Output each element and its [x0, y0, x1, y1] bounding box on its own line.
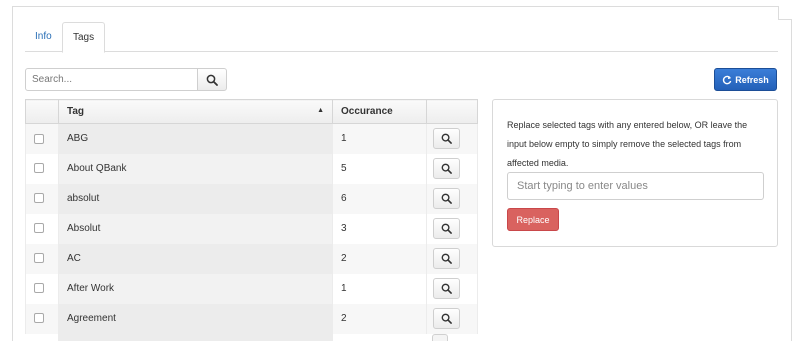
table-row[interactable]: About QBank 5: [25, 153, 478, 184]
tag-column-label: Tag: [67, 106, 85, 117]
occurance-cell: 5: [332, 153, 427, 184]
replace-instructions: Replace selected tags with any entered b…: [507, 120, 748, 168]
occurance-cell: 3: [332, 213, 427, 244]
tag-cell: Absolut: [58, 213, 333, 244]
row-checkbox[interactable]: [34, 163, 44, 174]
partial-row-tag-cell: [58, 333, 333, 341]
occurance-cell: 1: [332, 273, 427, 304]
table-row[interactable]: Absolut 3: [25, 213, 478, 244]
search-input[interactable]: [25, 68, 198, 91]
row-checkbox[interactable]: [34, 283, 44, 294]
occurance-cell: 1: [332, 123, 427, 154]
tag-cell: ABG: [58, 123, 333, 154]
row-checkbox[interactable]: [34, 133, 44, 144]
table-row[interactable]: AC 2: [25, 243, 478, 274]
view-tag-button[interactable]: [433, 188, 460, 209]
tags-table: Tag ▲ Occurance ABG 1 About QBank 5 abso…: [25, 99, 478, 334]
replace-tags-panel: Replace selected tags with any entered b…: [492, 99, 778, 247]
view-tag-button[interactable]: [433, 158, 460, 179]
table-row[interactable]: absolut 6: [25, 183, 478, 214]
row-checkbox[interactable]: [34, 313, 44, 324]
view-tag-button[interactable]: [433, 278, 460, 299]
tab-tags[interactable]: Tags: [62, 22, 106, 53]
search-icon: [441, 253, 452, 264]
search-icon: [441, 223, 452, 234]
search-group: [25, 68, 227, 91]
sort-ascending-icon: ▲: [317, 107, 324, 114]
partial-row-view-button[interactable]: [432, 334, 448, 341]
refresh-icon: [723, 75, 732, 84]
search-icon: [206, 74, 218, 86]
replacement-values-input[interactable]: [507, 172, 764, 200]
refresh-button-label: Refresh: [735, 74, 769, 85]
occurance-column-label: Occurance: [341, 106, 393, 117]
row-checkbox[interactable]: [34, 253, 44, 264]
occurance-cell: 2: [332, 243, 427, 274]
action-column-header: [426, 99, 478, 124]
view-tag-button[interactable]: [433, 128, 460, 150]
view-tag-button[interactable]: [433, 248, 460, 269]
replace-button[interactable]: Replace: [507, 208, 559, 231]
occurance-cell: 6: [332, 183, 427, 214]
search-icon: [441, 193, 452, 204]
search-icon: [441, 283, 452, 294]
tag-cell: After Work: [58, 273, 333, 304]
table-row[interactable]: Agreement 2: [25, 303, 478, 334]
search-icon: [441, 163, 452, 174]
frame-corner-fold: [778, 6, 792, 20]
tag-cell: absolut: [58, 183, 333, 214]
view-tag-button[interactable]: [433, 308, 460, 329]
tag-cell: About QBank: [58, 153, 333, 184]
view-tag-button[interactable]: [433, 218, 460, 239]
refresh-button[interactable]: Refresh: [714, 68, 777, 91]
table-header-row: Tag ▲ Occurance: [25, 99, 478, 124]
search-icon: [441, 133, 452, 145]
select-column-header[interactable]: [25, 99, 59, 124]
table-row[interactable]: ABG 1: [25, 123, 478, 154]
occurance-column-header[interactable]: Occurance: [332, 99, 427, 124]
occurance-cell: 2: [332, 303, 427, 334]
search-icon: [441, 313, 452, 324]
row-checkbox[interactable]: [34, 193, 44, 204]
tab-info[interactable]: Info: [25, 22, 62, 52]
tab-bar: Info Tags: [25, 22, 778, 53]
table-row[interactable]: After Work 1: [25, 273, 478, 304]
tag-column-header[interactable]: Tag ▲: [58, 99, 333, 124]
tag-cell: AC: [58, 243, 333, 274]
search-button[interactable]: [197, 68, 227, 91]
tag-cell: Agreement: [58, 303, 333, 334]
row-checkbox[interactable]: [34, 223, 44, 234]
